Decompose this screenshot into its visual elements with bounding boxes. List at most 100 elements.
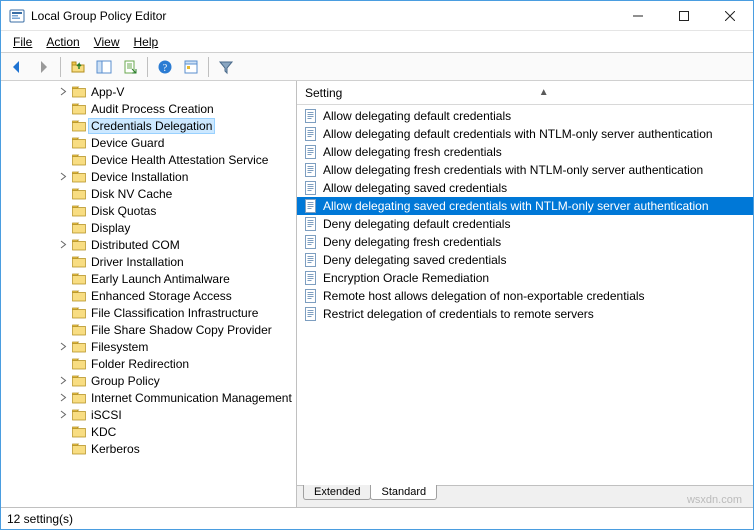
tree-item[interactable]: Audit Process Creation — [1, 100, 296, 117]
tree-item[interactable]: Distributed COM — [1, 236, 296, 253]
tree-item-label: Distributed COM — [91, 238, 180, 252]
forward-button[interactable] — [31, 55, 55, 79]
list-item[interactable]: Deny delegating fresh credentials — [297, 233, 753, 251]
tree-item-label: Kerberos — [91, 442, 140, 456]
list-item-label: Remote host allows delegation of non-exp… — [323, 289, 645, 303]
tree-item[interactable]: Kerberos — [1, 440, 296, 457]
folder-icon — [71, 237, 87, 253]
tree-item-label: File Classification Infrastructure — [91, 306, 258, 320]
list-item[interactable]: Encryption Oracle Remediation — [297, 269, 753, 287]
tree-item[interactable]: Internet Communication Management — [1, 389, 296, 406]
tree-expander-icon[interactable] — [57, 410, 69, 419]
properties-button[interactable] — [179, 55, 203, 79]
menu-view[interactable]: View — [88, 33, 126, 51]
tree-item[interactable]: Group Policy — [1, 372, 296, 389]
help-button[interactable]: ? — [153, 55, 177, 79]
folder-icon — [71, 152, 87, 168]
tab-extended[interactable]: Extended — [303, 485, 371, 500]
list-item-label: Deny delegating fresh credentials — [323, 235, 501, 249]
tree-item-label: App-V — [91, 85, 124, 99]
folder-icon — [71, 271, 87, 287]
tree-item[interactable]: KDC — [1, 423, 296, 440]
tree-item[interactable]: File Classification Infrastructure — [1, 304, 296, 321]
list-item[interactable]: Restrict delegation of credentials to re… — [297, 305, 753, 323]
list-item-label: Deny delegating default credentials — [323, 217, 510, 231]
list-item-label: Encryption Oracle Remediation — [323, 271, 489, 285]
statusbar: 12 setting(s) — [1, 507, 753, 529]
list-item[interactable]: Allow delegating default credentials — [297, 107, 753, 125]
policy-setting-icon — [303, 306, 319, 322]
export-list-button[interactable] — [118, 55, 142, 79]
tree-item[interactable]: Folder Redirection — [1, 355, 296, 372]
maximize-button[interactable] — [661, 1, 707, 30]
folder-icon — [71, 288, 87, 304]
tree-item-label: Early Launch Antimalware — [91, 272, 230, 286]
folder-icon — [71, 339, 87, 355]
policy-setting-icon — [303, 126, 319, 142]
list-item[interactable]: Deny delegating saved credentials — [297, 251, 753, 269]
tree-item[interactable]: Disk Quotas — [1, 202, 296, 219]
details-scroll[interactable]: Setting ▲ Allow delegating default crede… — [297, 81, 753, 485]
tab-standard[interactable]: Standard — [370, 485, 437, 500]
list-item[interactable]: Allow delegating default credentials wit… — [297, 125, 753, 143]
tree-item[interactable]: App-V — [1, 83, 296, 100]
tree-expander-icon[interactable] — [57, 376, 69, 385]
tree-expander-icon[interactable] — [57, 342, 69, 351]
menu-help[interactable]: Help — [128, 33, 165, 51]
tree-item-label: Device Installation — [91, 170, 188, 184]
folder-icon — [71, 169, 87, 185]
tree-item[interactable]: Device Health Attestation Service — [1, 151, 296, 168]
tree-item[interactable]: Device Guard — [1, 134, 296, 151]
list-item[interactable]: Allow delegating fresh credentials with … — [297, 161, 753, 179]
folder-icon — [71, 407, 87, 423]
tree-expander-icon[interactable] — [57, 87, 69, 96]
folder-icon — [71, 441, 87, 457]
tree-item-label: Disk NV Cache — [91, 187, 172, 201]
tree-expander-icon[interactable] — [57, 393, 69, 402]
folder-icon — [71, 135, 87, 151]
tree-item-label: iSCSI — [91, 408, 122, 422]
filter-button[interactable] — [214, 55, 238, 79]
list-item-label: Allow delegating default credentials — [323, 109, 511, 123]
folder-icon — [71, 186, 87, 202]
back-button[interactable] — [5, 55, 29, 79]
tree-item[interactable]: Credentials Delegation — [1, 117, 296, 134]
list-item[interactable]: Allow delegating fresh credentials — [297, 143, 753, 161]
menu-action[interactable]: Action — [40, 33, 85, 51]
folder-icon — [71, 101, 87, 117]
column-header[interactable]: Setting ▲ — [297, 81, 753, 105]
tree-expander-icon[interactable] — [57, 240, 69, 249]
tree-item[interactable]: Enhanced Storage Access — [1, 287, 296, 304]
list-item[interactable]: Remote host allows delegation of non-exp… — [297, 287, 753, 305]
folder-icon — [71, 322, 87, 338]
list-item-label: Allow delegating fresh credentials with … — [323, 163, 703, 177]
policy-setting-icon — [303, 144, 319, 160]
tree-item[interactable]: iSCSI — [1, 406, 296, 423]
close-button[interactable] — [707, 1, 753, 30]
menu-file[interactable]: File — [7, 33, 38, 51]
svg-text:?: ? — [163, 63, 168, 74]
list-item[interactable]: Allow delegating saved credentials — [297, 179, 753, 197]
list-item-label: Allow delegating fresh credentials — [323, 145, 502, 159]
minimize-button[interactable] — [615, 1, 661, 30]
list-item[interactable]: Deny delegating default credentials — [297, 215, 753, 233]
folder-icon — [71, 424, 87, 440]
tree-item[interactable]: Display — [1, 219, 296, 236]
toolbar-separator — [208, 57, 209, 77]
tree-item-label: Enhanced Storage Access — [91, 289, 232, 303]
tabstrip: Extended Standard — [297, 485, 753, 507]
tree-item[interactable]: Driver Installation — [1, 253, 296, 270]
list-item[interactable]: Allow delegating saved credentials with … — [297, 197, 753, 215]
list-item-label: Allow delegating saved credentials — [323, 181, 507, 195]
tree-item-label: Credentials Delegation — [88, 118, 215, 134]
tree-item[interactable]: Filesystem — [1, 338, 296, 355]
tree-item[interactable]: File Share Shadow Copy Provider — [1, 321, 296, 338]
tree-item[interactable]: Disk NV Cache — [1, 185, 296, 202]
up-button[interactable] — [66, 55, 90, 79]
tree-item[interactable]: Early Launch Antimalware — [1, 270, 296, 287]
toolbar-separator — [60, 57, 61, 77]
tree-expander-icon[interactable] — [57, 172, 69, 181]
tree-item[interactable]: Device Installation — [1, 168, 296, 185]
show-hide-console-tree-button[interactable] — [92, 55, 116, 79]
console-tree-scroll[interactable]: App-VAudit Process CreationCredentials D… — [1, 81, 296, 507]
